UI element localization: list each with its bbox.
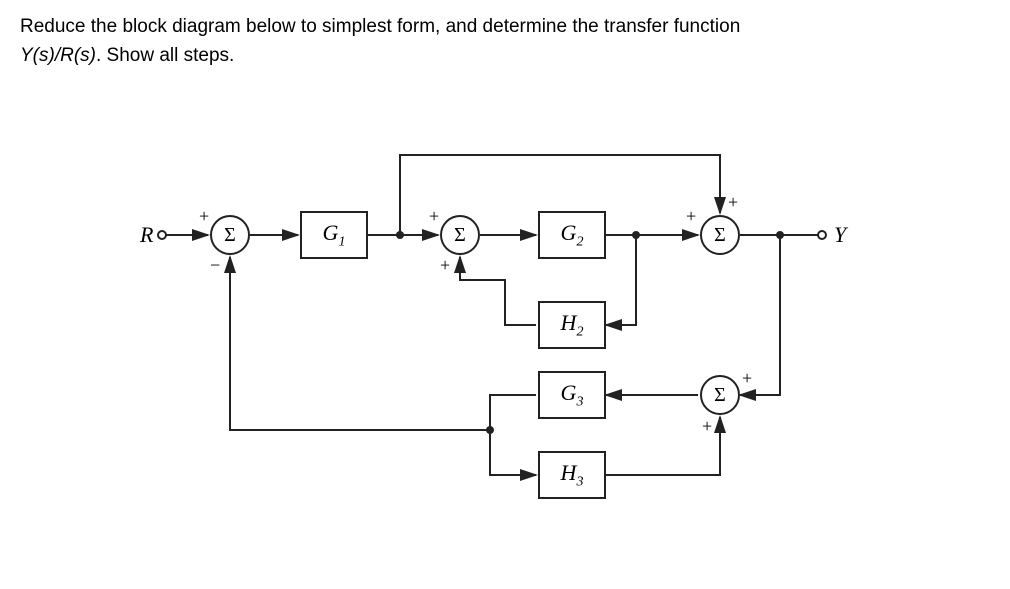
sum4-sign-top: + (742, 368, 752, 389)
prompt-line1: Reduce the block diagram below to simple… (20, 16, 740, 37)
input-label: R (140, 222, 153, 248)
node-feedback-split (486, 426, 494, 434)
sum1-sign-minus: − (210, 255, 220, 276)
block-diagram: R Σ + − G1 Σ + + G2 Σ + + Y H2 G3 Σ + + … (0, 120, 1010, 560)
input-terminal (157, 230, 167, 240)
block-h2: H2 (538, 301, 606, 349)
block-g3: G3 (538, 371, 606, 419)
output-terminal (817, 230, 827, 240)
node-after-g1 (396, 231, 404, 239)
prompt-transfer-fn: Y(s)/R(s) (20, 45, 96, 66)
output-label: Y (834, 222, 846, 248)
prompt-suffix: . Show all steps. (96, 45, 234, 66)
sum2-sign-top: + (429, 206, 439, 227)
summing-junction-2: Σ (440, 215, 480, 255)
block-g1: G1 (300, 211, 368, 259)
sum3-sign-left: + (686, 206, 696, 227)
summing-junction-4: Σ (700, 375, 740, 415)
wires (0, 120, 1010, 560)
node-after-g2 (632, 231, 640, 239)
sum4-sign-bot: + (702, 416, 712, 437)
node-output (776, 231, 784, 239)
block-h3: H3 (538, 451, 606, 499)
problem-statement: Reduce the block diagram below to simple… (20, 12, 990, 71)
sum3-sign-top: + (728, 192, 738, 213)
sum1-sign-plus: + (199, 206, 209, 227)
block-g2: G2 (538, 211, 606, 259)
sum2-sign-bot: + (440, 255, 450, 276)
summing-junction-3: Σ (700, 215, 740, 255)
summing-junction-1: Σ (210, 215, 250, 255)
